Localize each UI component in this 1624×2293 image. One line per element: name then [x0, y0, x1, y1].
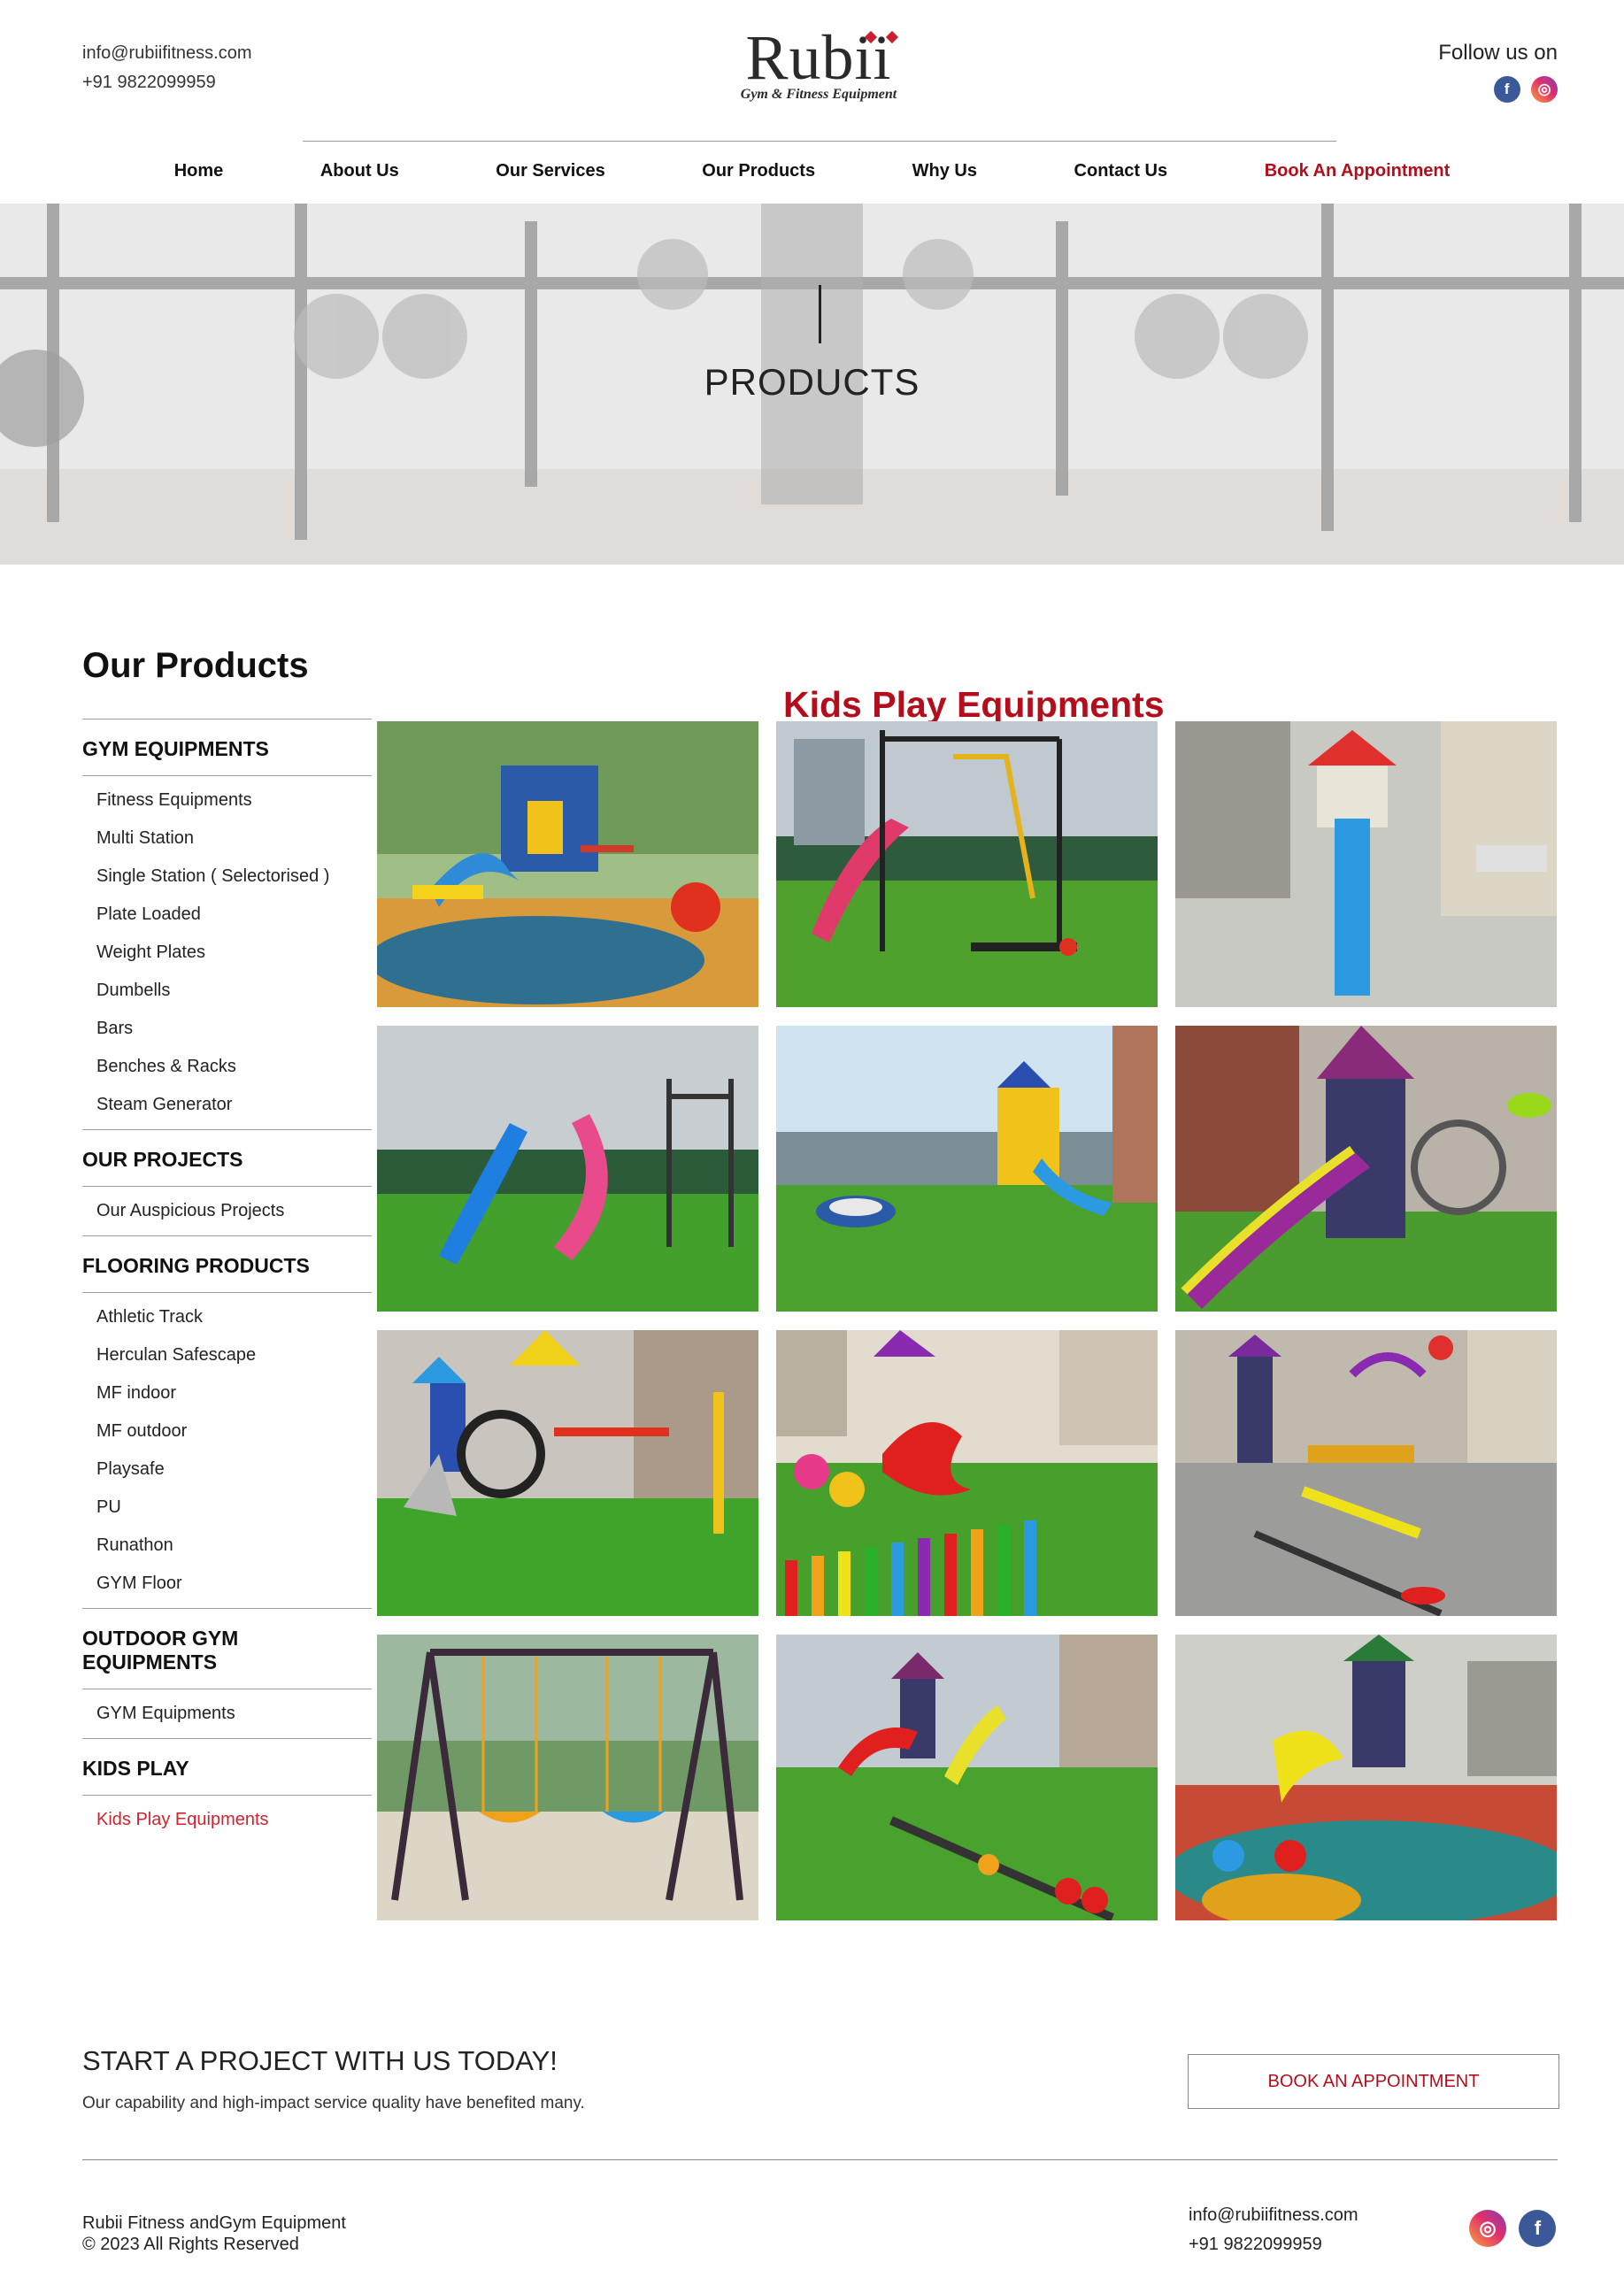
footer-phone[interactable]: +91 9822099959: [1189, 2230, 1358, 2259]
follow-us: Follow us on f ◎: [1438, 41, 1558, 103]
sidebar-item-dumbells[interactable]: Dumbells: [82, 972, 372, 1010]
gallery-image[interactable]: [1175, 1026, 1557, 1312]
logo[interactable]: Rubii Gym & Fitness Equipment: [726, 26, 912, 110]
gallery-image[interactable]: [377, 1330, 758, 1616]
sidebar-item-playsafe[interactable]: Playsafe: [82, 1450, 372, 1489]
sidebar-item-gym-equipments[interactable]: GYM Equipments: [82, 1695, 372, 1733]
nav-contact[interactable]: Contact Us: [1028, 161, 1214, 181]
facebook-icon[interactable]: f: [1493, 76, 1520, 103]
logo-tagline: Gym & Fitness Equipment: [740, 87, 897, 102]
hero-accent-line: [819, 285, 821, 343]
sidebar-item-herculan-safescape[interactable]: Herculan Safescape: [82, 1336, 372, 1374]
sidebar-item-runathon[interactable]: Runathon: [82, 1527, 372, 1565]
book-appointment-button[interactable]: BOOK AN APPOINTMENT: [1188, 2054, 1559, 2109]
header-email[interactable]: info@rubiifitness.com: [82, 39, 251, 68]
category-title[interactable]: GYM EQUIPMENTS: [82, 719, 372, 776]
sidebar-item-athletic-track[interactable]: Athletic Track: [82, 1298, 372, 1336]
header-contact: info@rubiifitness.com +91 9822099959: [82, 39, 251, 97]
gallery-image[interactable]: [776, 721, 1158, 1007]
product-sidebar: Our Products GYM EQUIPMENTS Fitness Equi…: [82, 643, 372, 1844]
hero-banner: PRODUCTS: [0, 204, 1624, 565]
product-gallery: [377, 721, 1557, 1920]
footer-email[interactable]: info@rubiifitness.com: [1189, 2201, 1358, 2230]
sidebar-item-mf-indoor[interactable]: MF indoor: [82, 1374, 372, 1412]
sidebar-item-pu[interactable]: PU: [82, 1489, 372, 1527]
sidebar-item-gym-floor[interactable]: GYM Floor: [82, 1565, 372, 1603]
sidebar-title: Our Products: [82, 646, 309, 685]
nav-about[interactable]: About Us: [274, 161, 445, 181]
instagram-icon[interactable]: ◎: [1531, 76, 1558, 103]
gallery-image[interactable]: [1175, 721, 1557, 1007]
footer-contact: info@rubiifitness.com +91 9822099959: [1189, 2201, 1358, 2259]
hero-title: PRODUCTS: [704, 361, 920, 403]
nav-why[interactable]: Why Us: [866, 161, 1023, 181]
instagram-icon[interactable]: ◎: [1469, 2210, 1506, 2247]
main-nav: Home About Us Our Services Our Products …: [0, 161, 1624, 181]
footer-social-icons: ◎ f: [1460, 2210, 1557, 2247]
gallery-image[interactable]: [776, 1330, 1158, 1616]
sidebar-item-benches-racks[interactable]: Benches & Racks: [82, 1048, 372, 1086]
category-title[interactable]: OUR PROJECTS: [82, 1130, 372, 1187]
gallery-image[interactable]: [776, 1635, 1158, 1920]
sidebar-item-mf-outdoor[interactable]: MF outdoor: [82, 1412, 372, 1450]
nav-services[interactable]: Our Services: [450, 161, 650, 181]
footer-company-name: Rubii Fitness andGym Equipment: [82, 2213, 346, 2233]
header-social-icons: f ◎: [1438, 76, 1558, 103]
cta-subtext: Our capability and high-impact service q…: [82, 2094, 585, 2112]
section-title: Kids Play Equipments: [783, 684, 1165, 726]
nav-book-appointment[interactable]: Book An Appointment: [1219, 161, 1497, 181]
header-phone[interactable]: +91 9822099959: [82, 68, 251, 97]
sidebar-item-single-station[interactable]: Single Station ( Selectorised ): [82, 858, 372, 896]
sidebar-item-fitness-equipments[interactable]: Fitness Equipments: [82, 781, 372, 819]
gallery-image[interactable]: [377, 1026, 758, 1312]
sidebar-item-auspicious-projects[interactable]: Our Auspicious Projects: [82, 1192, 372, 1230]
footer-company: Rubii Fitness andGym Equipment © 2023 Al…: [82, 2212, 346, 2255]
header-divider: [303, 141, 1336, 142]
facebook-icon[interactable]: f: [1519, 2210, 1557, 2247]
gallery-image[interactable]: [776, 1026, 1158, 1312]
gallery-image[interactable]: [377, 721, 758, 1007]
sidebar-item-kids-play-equipments[interactable]: Kids Play Equipments: [82, 1801, 372, 1839]
nav-products[interactable]: Our Products: [656, 161, 861, 181]
sidebar-item-weight-plates[interactable]: Weight Plates: [82, 934, 372, 972]
category-gym-equipments: GYM EQUIPMENTS Fitness Equipments Multi …: [82, 719, 372, 1129]
category-title[interactable]: OUTDOOR GYM EQUIPMENTS: [82, 1609, 372, 1689]
sidebar-item-steam-generator[interactable]: Steam Generator: [82, 1086, 372, 1124]
gallery-image[interactable]: [1175, 1635, 1557, 1920]
footer-divider: [82, 2159, 1558, 2160]
category-kids-play: KIDS PLAY Kids Play Equipments: [82, 1738, 372, 1844]
gallery-image[interactable]: [377, 1635, 758, 1920]
category-our-projects: OUR PROJECTS Our Auspicious Projects: [82, 1129, 372, 1235]
logo-gems: [860, 30, 903, 46]
footer-copyright: © 2023 All Rights Reserved: [82, 2235, 299, 2254]
nav-home[interactable]: Home: [128, 161, 270, 181]
category-outdoor-gym: OUTDOOR GYM EQUIPMENTS GYM Equipments: [82, 1608, 372, 1738]
sidebar-item-multi-station[interactable]: Multi Station: [82, 819, 372, 858]
category-title[interactable]: KIDS PLAY: [82, 1739, 372, 1796]
follow-label: Follow us on: [1438, 41, 1558, 65]
cta-heading: START A PROJECT WITH US TODAY!: [82, 2045, 558, 2076]
category-flooring-products: FLOORING PRODUCTS Athletic Track Hercula…: [82, 1235, 372, 1608]
sidebar-item-plate-loaded[interactable]: Plate Loaded: [82, 896, 372, 934]
gallery-image[interactable]: [1175, 1330, 1557, 1616]
sidebar-item-bars[interactable]: Bars: [82, 1010, 372, 1048]
category-title[interactable]: FLOORING PRODUCTS: [82, 1236, 372, 1293]
